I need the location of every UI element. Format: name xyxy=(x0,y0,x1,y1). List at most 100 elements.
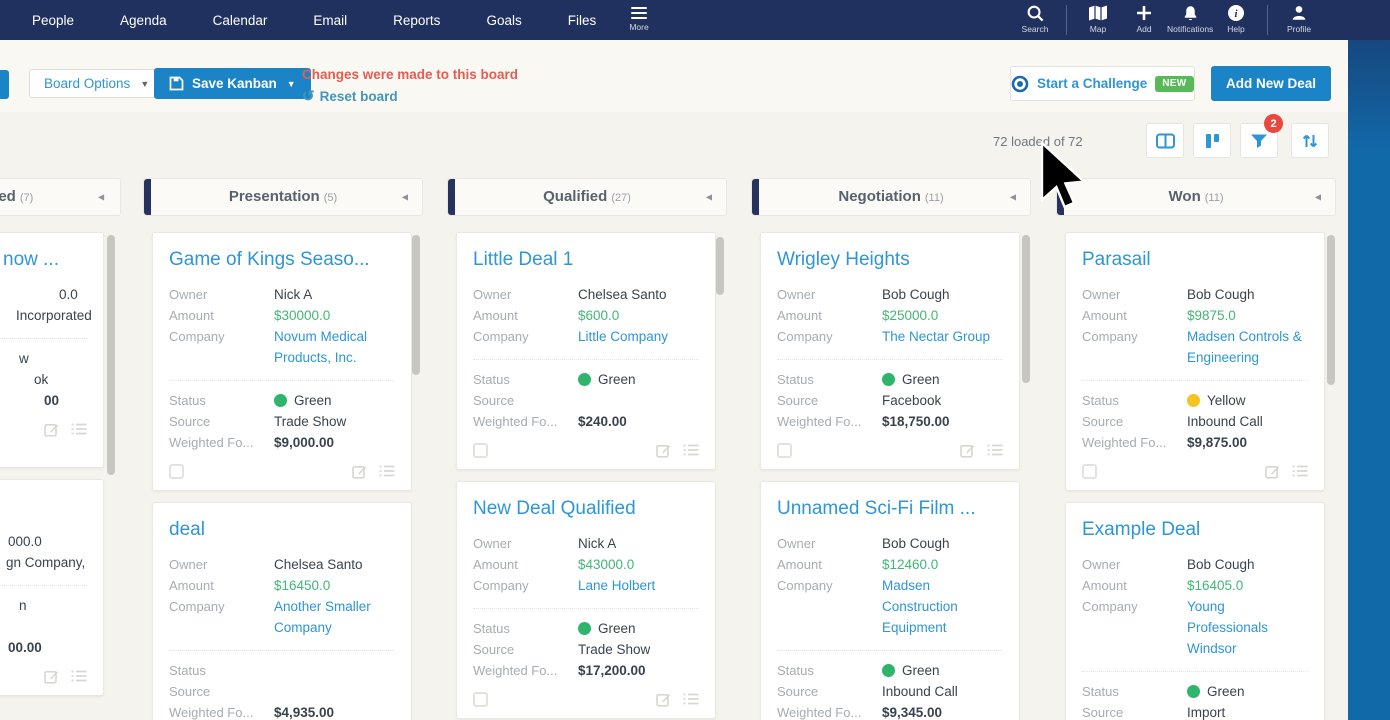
deal-company-link[interactable]: Young Professionals Windsor xyxy=(1187,596,1308,659)
nav-item-goals[interactable]: Goals xyxy=(486,13,521,28)
nav-item-files[interactable]: Files xyxy=(568,13,597,28)
nav-search-button[interactable]: Search xyxy=(1012,3,1058,34)
nav-item-email[interactable]: Email xyxy=(313,13,347,28)
deal-company-link[interactable]: Novum Medical Products, Inc. xyxy=(274,326,395,368)
deal-company-fragment[interactable]: gn Company, xyxy=(6,552,87,573)
deal-card[interactable]: Little Deal 1OwnerChelsea SantoAmount$60… xyxy=(456,232,716,470)
edit-deal-icon[interactable] xyxy=(960,443,975,458)
edit-deal-icon[interactable] xyxy=(1265,464,1280,479)
deal-card[interactable]: Unnamed Sci-Fi Film ...OwnerBob CoughAmo… xyxy=(760,481,1020,720)
board-view-button[interactable] xyxy=(1146,123,1184,158)
add-new-deal-button[interactable]: Add New Deal xyxy=(1211,66,1331,101)
nav-item-calendar[interactable]: Calendar xyxy=(213,13,268,28)
cards-list-presentation: Game of Kings Seaso...OwnerNick AAmount$… xyxy=(143,232,423,720)
nav-profile-button[interactable]: Profile xyxy=(1276,3,1322,34)
field-label-weighted: Weighted Fo... xyxy=(1082,432,1187,453)
deal-activity-icon[interactable] xyxy=(683,443,699,457)
profile-icon xyxy=(1276,3,1322,23)
deal-weighted-value: $9,345.00 xyxy=(882,702,942,720)
deal-activity-icon[interactable] xyxy=(71,669,87,683)
deal-card[interactable]: New Deal QualifiedOwnerNick AAmount$4300… xyxy=(456,481,716,719)
field-row-company: CompanyNovum Medical Products, Inc. xyxy=(169,326,395,368)
deal-title[interactable]: now ... xyxy=(3,248,87,271)
deal-company-link[interactable]: Little Company xyxy=(578,326,699,347)
deal-title[interactable]: New Deal Qualified xyxy=(473,497,699,520)
nav-item-agenda[interactable]: Agenda xyxy=(120,13,167,28)
deal-card[interactable]: now ...0.0Incorporatedwok00 xyxy=(0,232,104,468)
cutoff-button[interactable] xyxy=(0,70,9,99)
column-title: Negotiation xyxy=(838,188,921,205)
deal-owner-value: Bob Cough xyxy=(1187,554,1255,575)
sort-button[interactable] xyxy=(1291,123,1329,158)
deal-title[interactable]: Game of Kings Seaso... xyxy=(169,248,395,271)
column-header-negotiation[interactable]: Negotiation(11)◀ xyxy=(751,178,1031,216)
reset-board-link[interactable]: ↺ Reset board xyxy=(302,87,398,105)
deal-title[interactable] xyxy=(0,495,87,518)
collapse-column-icon[interactable]: ◀ xyxy=(706,193,712,202)
nav-item-reports[interactable]: Reports xyxy=(393,13,440,28)
nav-help-button[interactable]: iHelp xyxy=(1213,3,1259,34)
deal-checkbox[interactable] xyxy=(169,464,184,479)
deal-company-fragment[interactable]: Incorporated xyxy=(16,305,87,326)
deal-activity-icon[interactable] xyxy=(987,443,1003,457)
deal-card[interactable]: Wrigley HeightsOwnerBob CoughAmount$2500… xyxy=(760,232,1020,470)
deal-activity-icon[interactable] xyxy=(379,464,395,478)
scrollbar-negotiation[interactable] xyxy=(1022,235,1030,383)
nav-notifications-button[interactable]: Notifications xyxy=(1167,3,1213,34)
nav-more-button[interactable]: More xyxy=(622,4,656,32)
column-header-won[interactable]: Won(11)◀ xyxy=(1056,178,1336,216)
scrollbar-qualified[interactable] xyxy=(716,237,724,295)
deal-title[interactable]: Parasail xyxy=(1082,248,1308,271)
edit-deal-icon[interactable] xyxy=(44,669,59,684)
deal-activity-icon[interactable] xyxy=(71,422,87,436)
deal-card[interactable]: Game of Kings Seaso...OwnerNick AAmount$… xyxy=(152,232,412,491)
edit-deal-icon[interactable] xyxy=(656,692,671,707)
edit-deal-icon[interactable] xyxy=(352,464,367,479)
deal-company-link[interactable]: The Nectar Group xyxy=(882,326,1003,347)
deal-title[interactable]: Example Deal xyxy=(1082,518,1308,541)
scrollbar-presentation[interactable] xyxy=(412,235,420,375)
deal-title[interactable]: Unnamed Sci-Fi Film ... xyxy=(777,497,1003,520)
column-header-presentation[interactable]: Presentation(5)◀ xyxy=(143,178,423,216)
deal-card[interactable]: ParasailOwnerBob CoughAmount$9875.0Compa… xyxy=(1065,232,1325,491)
deal-checkbox[interactable] xyxy=(1082,464,1097,479)
deal-company-link[interactable]: Another Smaller Company xyxy=(274,596,395,638)
deal-title[interactable]: Wrigley Heights xyxy=(777,248,1003,271)
edit-deal-icon[interactable] xyxy=(656,443,671,458)
deal-title[interactable]: Little Deal 1 xyxy=(473,248,699,271)
collapse-column-icon[interactable]: ◀ xyxy=(98,193,104,202)
column-header-qualified[interactable]: Qualified(27)◀ xyxy=(447,178,727,216)
scrollbar-won[interactable] xyxy=(1327,235,1335,385)
field-label-owner: Owner xyxy=(777,284,882,305)
deal-company-link[interactable]: Lane Holbert xyxy=(578,575,699,596)
edit-deal-icon[interactable] xyxy=(44,422,59,437)
hamburger-icon xyxy=(622,7,656,19)
start-challenge-button[interactable]: Start a Challenge NEW xyxy=(1010,66,1195,101)
board-options-button[interactable]: Board Options ▼ xyxy=(29,69,164,98)
deal-amount-value: $16405.0 xyxy=(1187,575,1243,596)
collapse-column-icon[interactable]: ◀ xyxy=(402,193,408,202)
scrollbar-scheduled[interactable] xyxy=(107,235,115,475)
kanban-view-button[interactable] xyxy=(1193,123,1231,158)
deal-checkbox[interactable] xyxy=(473,692,488,707)
collapse-column-icon[interactable]: ◀ xyxy=(1010,193,1016,202)
deal-card[interactable]: Example DealOwnerBob CoughAmount$16405.0… xyxy=(1065,502,1325,720)
deal-activity-icon[interactable] xyxy=(683,692,699,706)
deal-title[interactable]: deal xyxy=(169,518,395,541)
save-kanban-button[interactable]: Save Kanban ▼ xyxy=(154,68,311,99)
column-header-scheduled[interactable]: Scheduled(7)◀ xyxy=(0,178,121,216)
deal-company-link[interactable]: Madsen Controls & Engineering xyxy=(1187,326,1308,368)
cards-list-won: ParasailOwnerBob CoughAmount$9875.0Compa… xyxy=(1056,232,1336,720)
deal-card[interactable]: dealOwnerChelsea SantoAmount$16450.0Comp… xyxy=(152,502,412,720)
deal-activity-icon[interactable] xyxy=(1292,464,1308,478)
deal-checkbox[interactable] xyxy=(777,443,792,458)
column-accent-bar xyxy=(1057,179,1064,215)
deal-company-link[interactable]: Madsen Construction Equipment xyxy=(882,575,1003,638)
field-label-weighted: Weighted Fo... xyxy=(473,660,578,681)
nav-add-button[interactable]: Add xyxy=(1121,3,1167,34)
deal-checkbox[interactable] xyxy=(473,443,488,458)
nav-item-people[interactable]: People xyxy=(32,13,74,28)
deal-card[interactable]: 000.0gn Company,n00.00 xyxy=(0,479,104,696)
collapse-column-icon[interactable]: ◀ xyxy=(1315,193,1321,202)
nav-map-button[interactable]: Map xyxy=(1075,3,1121,34)
